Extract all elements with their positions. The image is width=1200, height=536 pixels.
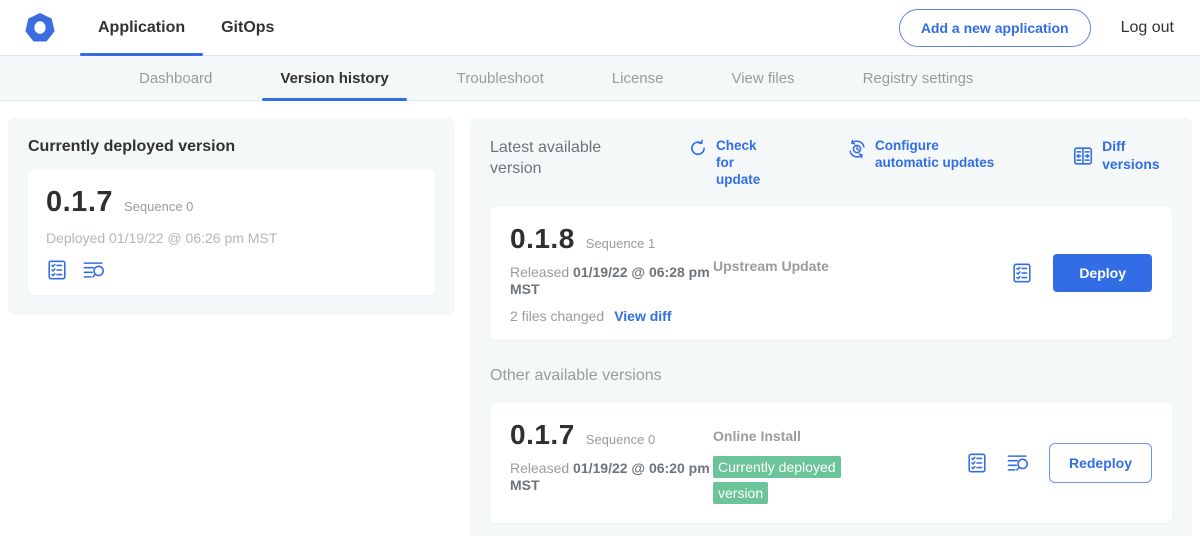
other-version-card: 0.1.7 Sequence 0 Released 01/19/22 @ 06:… (490, 403, 1172, 524)
tab-gitops[interactable]: GitOps (221, 0, 274, 55)
latest-source-label: Upstream Update (713, 258, 829, 274)
configure-automatic-updates-button[interactable]: Configure automatic updates (847, 138, 1000, 172)
preflight-checklist-icon[interactable] (966, 452, 988, 474)
other-available-versions-heading: Other available versions (490, 367, 1172, 385)
other-source-label: Online Install (713, 428, 801, 444)
current-version-number: 0.1.7 (46, 186, 113, 219)
add-new-application-button[interactable]: Add a new application (899, 9, 1091, 47)
subnav-item-troubleshoot[interactable]: Troubleshoot (423, 56, 578, 100)
other-released-timestamp: Released 01/19/22 @ 06:20 pm MST (510, 460, 713, 495)
topnav-right: Add a new application Log out (899, 9, 1174, 47)
refresh-icon (688, 139, 708, 159)
deploy-logs-icon[interactable] (1006, 452, 1031, 474)
subnav-item-dashboard[interactable]: Dashboard (105, 56, 246, 100)
version-actions: Check for update Configure automat (688, 138, 1172, 189)
current-version-card: 0.1.7 Sequence 0 Deployed 01/19/22 @ 06:… (28, 170, 435, 295)
auto-update-clock-icon (847, 139, 867, 159)
check-for-update-label: Check for update (716, 138, 775, 189)
main-content: Currently deployed version 0.1.7 Sequenc… (0, 101, 1200, 536)
other-sequence-label: Sequence 0 (586, 432, 655, 447)
preflight-checklist-icon[interactable] (46, 259, 68, 281)
redeploy-button[interactable]: Redeploy (1049, 443, 1152, 483)
subnav-item-version-history[interactable]: Version history (246, 56, 422, 100)
tab-application[interactable]: Application (98, 0, 185, 55)
latest-version-card: 0.1.8 Sequence 1 Released 01/19/22 @ 06:… (490, 207, 1172, 340)
kots-logo-icon (24, 12, 56, 44)
subnav-item-license[interactable]: License (578, 56, 698, 100)
app-tabs: Application GitOps (98, 0, 274, 55)
diff-versions-icon (1072, 145, 1094, 167)
diff-versions-button[interactable]: Diff versions (1072, 138, 1172, 173)
subnav-item-view-files[interactable]: View files (697, 56, 828, 100)
available-versions-panel: Latest available version Check for updat… (470, 118, 1192, 536)
view-diff-link[interactable]: View diff (614, 308, 671, 324)
deployed-timestamp: Deployed 01/19/22 @ 06:26 pm MST (46, 230, 417, 246)
currently-deployed-panel: Currently deployed version 0.1.7 Sequenc… (8, 118, 455, 315)
app-subnav: Dashboard Version history Troubleshoot L… (0, 56, 1200, 101)
deploy-button[interactable]: Deploy (1053, 254, 1152, 292)
deploy-logs-icon[interactable] (82, 259, 107, 281)
latest-sequence-label: Sequence 1 (586, 236, 655, 251)
current-sequence-label: Sequence 0 (124, 199, 193, 214)
subnav-item-registry-settings[interactable]: Registry settings (829, 56, 1008, 100)
files-changed-label: 2 files changed (510, 308, 604, 324)
other-version-number: 0.1.7 (510, 419, 575, 451)
diff-versions-label: Diff versions (1102, 138, 1172, 173)
configure-automatic-updates-label: Configure automatic updates (875, 138, 1000, 172)
currently-deployed-badge: Currently deployed version (713, 456, 841, 504)
currently-deployed-heading: Currently deployed version (28, 138, 435, 156)
latest-version-number: 0.1.8 (510, 223, 575, 255)
log-out-link[interactable]: Log out (1121, 19, 1174, 37)
latest-available-heading: Latest available version (490, 138, 622, 180)
top-navbar: Application GitOps Add a new application… (0, 0, 1200, 56)
preflight-checklist-icon[interactable] (1011, 262, 1033, 284)
latest-released-timestamp: Released 01/19/22 @ 06:28 pm MST (510, 264, 713, 299)
check-for-update-button[interactable]: Check for update (688, 138, 775, 189)
